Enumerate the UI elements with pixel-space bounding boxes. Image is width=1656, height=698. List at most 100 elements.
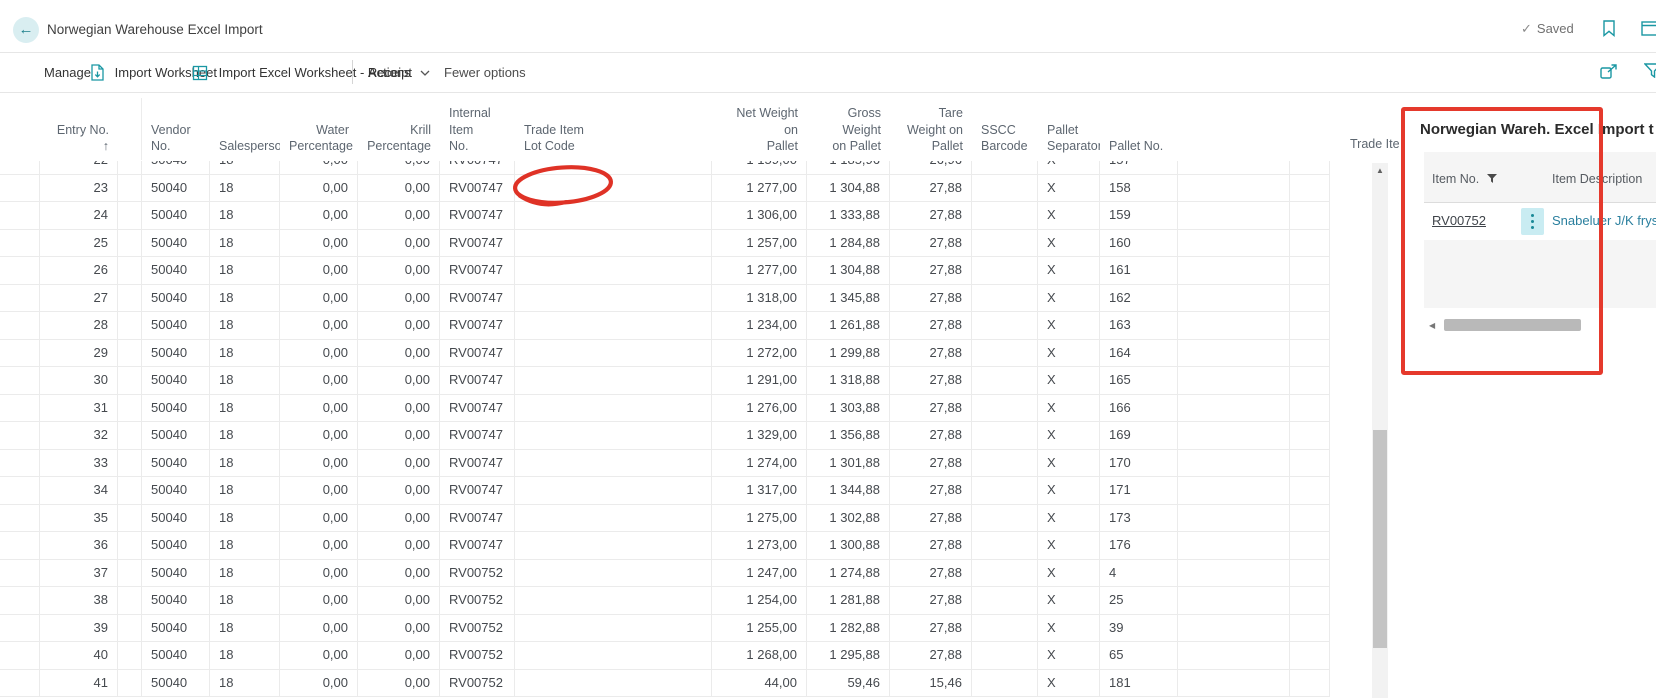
cell-gross-weight[interactable]: 1 185,96 <box>807 161 890 174</box>
cell-sscc-barcode[interactable] <box>972 532 1038 559</box>
cell-gross-weight[interactable]: 1 299,88 <box>807 340 890 367</box>
table-row[interactable]: 2950040180,000,00RV007471 272,001 299,88… <box>0 340 1330 368</box>
cell-sscc-barcode[interactable] <box>972 230 1038 257</box>
cell-water-percentage[interactable]: 0,00 <box>280 505 358 532</box>
cell-pallet-no[interactable]: 4 <box>1100 560 1178 587</box>
cell-entry-no[interactable]: 33 <box>40 450 118 477</box>
cell-water-percentage[interactable]: 0,00 <box>280 587 358 614</box>
cell-gross-weight[interactable]: 59,46 <box>807 670 890 697</box>
column-header-water-percentage[interactable]: Water Percentage <box>280 122 358 162</box>
cell-entry-no[interactable]: 31 <box>40 395 118 422</box>
cell-salesperson[interactable]: 18 <box>210 615 280 642</box>
table-row[interactable]: 3050040180,000,00RV007471 291,001 318,88… <box>0 367 1330 395</box>
cell-salesperson[interactable]: 18 <box>210 395 280 422</box>
cell-sscc-barcode[interactable] <box>972 642 1038 669</box>
cell-pallet-no[interactable]: 163 <box>1100 312 1178 339</box>
cell-vendor-no[interactable]: 50040 <box>142 422 210 449</box>
cell-tare-weight[interactable]: 27,88 <box>890 175 972 202</box>
cell-sscc-barcode[interactable] <box>972 670 1038 697</box>
column-header-trade-item-lot-code[interactable]: Trade Item Lot Code <box>515 122 712 162</box>
cell-pallet-no[interactable]: 164 <box>1100 340 1178 367</box>
cell-pallet-separator[interactable]: X <box>1038 202 1100 229</box>
cell-sscc-barcode[interactable] <box>972 422 1038 449</box>
cell-pallet-separator[interactable]: X <box>1038 642 1100 669</box>
cell-water-percentage[interactable]: 0,00 <box>280 161 358 174</box>
cell-vendor-no[interactable]: 50040 <box>142 560 210 587</box>
cell-water-percentage[interactable]: 0,00 <box>280 312 358 339</box>
cell-pallet-no[interactable]: 171 <box>1100 477 1178 504</box>
cell-vendor-no[interactable]: 50040 <box>142 161 210 174</box>
cell-sscc-barcode[interactable] <box>972 450 1038 477</box>
cell-entry-no[interactable]: 26 <box>40 257 118 284</box>
cell-net-weight[interactable]: 1 254,00 <box>712 587 807 614</box>
cell-trade-item-lot-code[interactable] <box>515 257 712 284</box>
cell-salesperson[interactable]: 18 <box>210 532 280 559</box>
cell-net-weight[interactable]: 1 268,00 <box>712 642 807 669</box>
cell-internal-item-no[interactable]: RV00747 <box>440 422 515 449</box>
cell-sscc-barcode[interactable] <box>972 257 1038 284</box>
cell-vendor-no[interactable]: 50040 <box>142 477 210 504</box>
table-row[interactable]: 3350040180,000,00RV007471 274,001 301,88… <box>0 450 1330 478</box>
cell-pallet-separator[interactable]: X <box>1038 422 1100 449</box>
cell-internal-item-no[interactable]: RV00752 <box>440 615 515 642</box>
cell-trade-item-lot-code[interactable] <box>515 642 712 669</box>
cell-gross-weight[interactable]: 1 303,88 <box>807 395 890 422</box>
cell-krill-percentage[interactable]: 0,00 <box>358 161 440 174</box>
actions-menu[interactable]: Actions <box>368 64 437 80</box>
cell-entry-no[interactable]: 25 <box>40 230 118 257</box>
cell-internal-item-no[interactable]: RV00747 <box>440 340 515 367</box>
table-row[interactable]: 2750040180,000,00RV007471 318,001 345,88… <box>0 285 1330 313</box>
column-header-salesperson[interactable]: Salesperson <box>210 138 280 161</box>
cell-krill-percentage[interactable]: 0,00 <box>358 642 440 669</box>
cell-pallet-separator[interactable]: X <box>1038 450 1100 477</box>
cell-net-weight[interactable]: 1 318,00 <box>712 285 807 312</box>
cell-net-weight[interactable]: 1 159,00 <box>712 161 807 174</box>
cell-gross-weight[interactable]: 1 318,88 <box>807 367 890 394</box>
table-row[interactable]: 3850040180,000,00RV007521 254,001 281,88… <box>0 587 1330 615</box>
cell-pallet-no[interactable]: 160 <box>1100 230 1178 257</box>
cell-entry-no[interactable]: 36 <box>40 532 118 559</box>
column-header-pallet-no[interactable]: Pallet No. <box>1100 138 1178 161</box>
cell-net-weight[interactable]: 1 247,00 <box>712 560 807 587</box>
cell-gross-weight[interactable]: 1 261,88 <box>807 312 890 339</box>
cell-tare-weight[interactable]: 27,88 <box>890 532 972 559</box>
cell-internal-item-no[interactable]: RV00747 <box>440 505 515 532</box>
table-row[interactable]: 2350040180,000,00RV007471 277,001 304,88… <box>0 175 1330 203</box>
column-header-internal-item-no[interactable]: Internal Item No. <box>440 105 515 161</box>
ellipsis-vertical-icon[interactable] <box>1521 208 1544 235</box>
cell-tare-weight[interactable]: 27,88 <box>890 560 972 587</box>
cell-krill-percentage[interactable]: 0,00 <box>358 257 440 284</box>
cell-pallet-no[interactable]: 158 <box>1100 175 1178 202</box>
cell-krill-percentage[interactable]: 0,00 <box>358 230 440 257</box>
cell-gross-weight[interactable]: 1 356,88 <box>807 422 890 449</box>
cell-pallet-no[interactable]: 176 <box>1100 532 1178 559</box>
cell-gross-weight[interactable]: 1 304,88 <box>807 175 890 202</box>
cell-krill-percentage[interactable]: 0,00 <box>358 285 440 312</box>
cell-krill-percentage[interactable]: 0,00 <box>358 670 440 697</box>
column-header-pallet-separator[interactable]: Pallet Separator <box>1038 122 1100 162</box>
cell-internal-item-no[interactable]: RV00747 <box>440 202 515 229</box>
cell-krill-percentage[interactable]: 0,00 <box>358 175 440 202</box>
cell-water-percentage[interactable]: 0,00 <box>280 615 358 642</box>
cell-pallet-no[interactable]: 159 <box>1100 202 1178 229</box>
cell-sscc-barcode[interactable] <box>972 202 1038 229</box>
table-row[interactable]: 3150040180,000,00RV007471 276,001 303,88… <box>0 395 1330 423</box>
cell-pallet-separator[interactable]: X <box>1038 560 1100 587</box>
cell-gross-weight[interactable]: 1 295,88 <box>807 642 890 669</box>
column-header-vendor-no[interactable]: Vendor No. <box>142 122 210 162</box>
table-row[interactable]: 2850040180,000,00RV007471 234,001 261,88… <box>0 312 1330 340</box>
cell-vendor-no[interactable]: 50040 <box>142 257 210 284</box>
cell-entry-no[interactable]: 32 <box>40 422 118 449</box>
cell-salesperson[interactable]: 18 <box>210 670 280 697</box>
cell-salesperson[interactable]: 18 <box>210 312 280 339</box>
cell-tare-weight[interactable]: 27,88 <box>890 202 972 229</box>
cell-water-percentage[interactable]: 0,00 <box>280 340 358 367</box>
cell-gross-weight[interactable]: 1 345,88 <box>807 285 890 312</box>
cell-tare-weight[interactable]: 27,88 <box>890 422 972 449</box>
cell-gross-weight[interactable]: 1 301,88 <box>807 450 890 477</box>
cell-salesperson[interactable]: 18 <box>210 642 280 669</box>
cell-tare-weight[interactable]: 27,88 <box>890 257 972 284</box>
cell-gross-weight[interactable]: 1 300,88 <box>807 532 890 559</box>
cell-pallet-no[interactable]: 169 <box>1100 422 1178 449</box>
cell-internal-item-no[interactable]: RV00747 <box>440 257 515 284</box>
